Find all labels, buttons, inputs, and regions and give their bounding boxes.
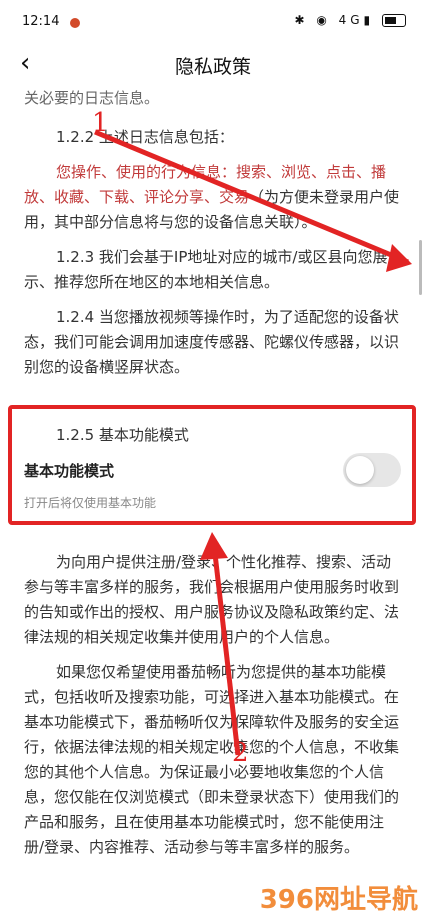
- annotation-arrows: [94, 129, 412, 756]
- annotation-arrow-2: [211, 544, 241, 756]
- watermark: 396网址导航: [259, 885, 418, 915]
- annotation-number-1: 1: [92, 108, 109, 138]
- annotation-number-2: 2: [232, 738, 249, 768]
- arrow-1-head: [386, 244, 412, 272]
- annotation-arrow-1: [94, 129, 409, 265]
- arrow-2-head: [200, 532, 228, 560]
